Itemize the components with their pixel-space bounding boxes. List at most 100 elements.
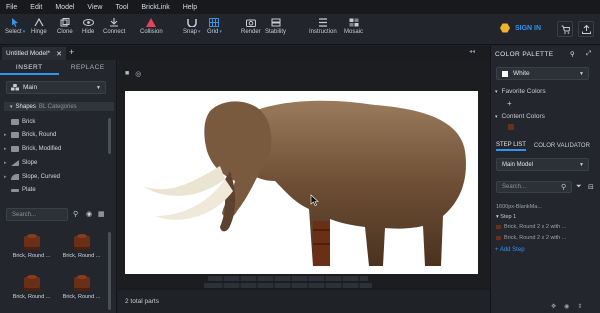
part-tile[interactable]: Brick, Round ... <box>10 232 53 266</box>
viewport-toolbar: ■ ◎ <box>125 70 141 78</box>
curved-slope-icon <box>11 174 19 180</box>
cart-button[interactable] <box>557 21 573 37</box>
add-step-button[interactable]: + Add Step <box>495 247 525 253</box>
menu-bricklink[interactable]: BrickLink <box>141 4 169 11</box>
category-item-slope-curved[interactable]: ▸ Slope, Curved <box>4 171 104 183</box>
round-brick-thumbnail <box>23 275 40 291</box>
mammoth-image-plane[interactable] <box>125 91 478 274</box>
tab-insert[interactable]: INSERT <box>0 64 59 75</box>
filter-icon[interactable]: ⏷ <box>576 183 582 191</box>
parts-scrollbar[interactable] <box>108 232 111 310</box>
collision-tool[interactable]: Collision <box>140 18 163 35</box>
chevron-down-icon[interactable]: ▾ <box>10 104 13 110</box>
category-item-brick-modified[interactable]: ▸ Brick, Modified <box>4 143 104 155</box>
grid-tool[interactable]: Grid▾ <box>207 18 222 35</box>
menu-tool[interactable]: Tool <box>115 4 128 11</box>
collision-icon <box>146 18 157 27</box>
eye-icon[interactable]: ◉ <box>564 303 569 310</box>
mosaic-icon <box>349 18 358 27</box>
color-palette-header: COLOR PALETTE ⚲ ⤢ <box>495 50 592 58</box>
menu-view[interactable]: View <box>87 4 102 11</box>
content-color-swatch[interactable] <box>508 124 514 130</box>
category-scrollbar[interactable] <box>108 118 111 154</box>
menu-model[interactable]: Model <box>55 4 74 11</box>
step-list-footer: ✥ ◉ ⇕ <box>551 303 582 310</box>
snap-icon <box>187 19 197 27</box>
chevron-right-icon[interactable]: ▸ <box>4 132 8 138</box>
hide-tool[interactable]: Hide <box>82 18 94 35</box>
menu-edit[interactable]: Edit <box>30 4 42 11</box>
part-tile[interactable]: Brick, Round ... <box>10 273 53 307</box>
category-header: ▾ Shapes BL Categories <box>4 102 114 111</box>
palette-dropdown[interactable]: Main ▼ <box>6 81 106 94</box>
stability-icon <box>271 18 280 27</box>
render-tool[interactable]: Render <box>241 18 261 35</box>
step-item[interactable]: Brick, Round 2 x 2 with ... <box>496 235 566 241</box>
tab-color-validator[interactable]: COLOR VALIDATOR <box>534 143 590 149</box>
collapse-icon[interactable]: ⇕ <box>577 303 582 310</box>
grid-icon <box>209 18 220 27</box>
camera-icon <box>245 19 256 27</box>
selected-color-dropdown[interactable]: White ▼ <box>496 67 589 80</box>
file-entry[interactable]: 1600px-BlankMa... <box>496 204 542 210</box>
insert-replace-tabs: INSERT REPLACE <box>0 64 117 75</box>
3d-viewport[interactable]: ■ ◎ 2 total parts <box>118 60 490 313</box>
add-tab-icon[interactable]: + <box>69 47 74 57</box>
clone-tool[interactable]: Clone <box>57 18 73 35</box>
parts-search-input[interactable]: Search... <box>6 208 68 221</box>
chevron-down-icon: ▼ <box>96 84 101 91</box>
shapes-tab[interactable]: Shapes <box>16 104 36 110</box>
add-favorite-color-icon[interactable]: + <box>507 99 512 108</box>
menu-help[interactable]: Help <box>183 4 197 11</box>
category-item-brick-round[interactable]: ▸ Brick, Round <box>4 129 104 141</box>
bl-categories-tab[interactable]: BL Categories <box>39 104 77 110</box>
category-item-brick[interactable]: Brick <box>4 116 104 128</box>
toolbar: Select▾ Hinge Clone Hide Connect Collisi… <box>0 14 600 45</box>
snap-tool[interactable]: Snap▾ <box>183 18 201 35</box>
menu-file[interactable]: File <box>6 4 17 11</box>
expand-icon[interactable]: ✥ <box>551 303 556 310</box>
chevron-right-icon[interactable]: ▸ <box>4 160 8 166</box>
tab-replace[interactable]: REPLACE <box>59 64 118 75</box>
hinge-icon <box>34 18 44 27</box>
close-icon[interactable]: ✕ <box>56 50 62 58</box>
select-tool[interactable]: Select▾ <box>5 18 25 35</box>
pin-icon[interactable]: ⚲ <box>570 50 575 58</box>
category-item-plate[interactable]: Plate <box>4 184 104 196</box>
part-tile[interactable]: Brick, Round ... <box>60 232 103 266</box>
tab-step-list[interactable]: STEP LIST <box>496 142 526 151</box>
content-colors-section[interactable]: ▾ Content Colors <box>495 113 545 120</box>
search-icon[interactable]: ⚲ <box>73 210 78 218</box>
hinge-tool[interactable]: Hinge <box>31 18 47 35</box>
chevron-down-icon: ▼ <box>579 70 584 77</box>
export-button[interactable] <box>578 21 594 37</box>
grid-view-icon[interactable]: ▦ <box>98 210 105 218</box>
slope-icon <box>11 160 19 166</box>
camera-icon[interactable]: ◉ <box>86 210 92 218</box>
camera-view-icon[interactable]: ■ <box>125 70 129 78</box>
favorite-colors-section[interactable]: ▾ Favorite Colors <box>495 88 546 95</box>
orbit-icon[interactable]: ◎ <box>135 70 141 78</box>
collapse-left-icon[interactable]: ◂◂ <box>469 48 475 55</box>
tab-untitled-model[interactable]: Untitled Model* ✕ <box>2 47 66 60</box>
instruction-tool[interactable]: Instruction <box>309 18 337 35</box>
model-select-dropdown[interactable]: Main Model ▼ <box>496 158 589 171</box>
category-item-slope[interactable]: ▸ Slope <box>4 157 104 169</box>
part-tile[interactable]: Brick, Round ... <box>60 273 103 307</box>
menu-bar: File Edit Model View Tool BrickLink Help <box>0 0 600 14</box>
stability-tool[interactable]: Stability <box>265 18 286 35</box>
connect-tool[interactable]: Connect <box>103 18 125 35</box>
step-header[interactable]: ▾ Step 1 <box>496 214 516 220</box>
chevron-right-icon[interactable]: ▸ <box>4 146 8 152</box>
brick-icon <box>496 225 501 229</box>
sign-in-button[interactable]: SIGN IN <box>500 23 541 33</box>
cursor-icon <box>12 18 19 27</box>
mammoth-picture <box>143 100 466 267</box>
view-toggle-icon[interactable]: ⊟ <box>588 183 594 191</box>
chevron-right-icon[interactable]: ▸ <box>4 174 8 180</box>
search-icon[interactable]: ⚲ <box>561 183 566 191</box>
expand-icon[interactable]: ⤢ <box>586 50 592 58</box>
step-item[interactable]: Brick, Round 2 x 2 with ... <box>496 224 566 230</box>
status-bar: 2 total parts <box>118 290 490 313</box>
mosaic-tool[interactable]: Mosaic <box>344 18 363 35</box>
